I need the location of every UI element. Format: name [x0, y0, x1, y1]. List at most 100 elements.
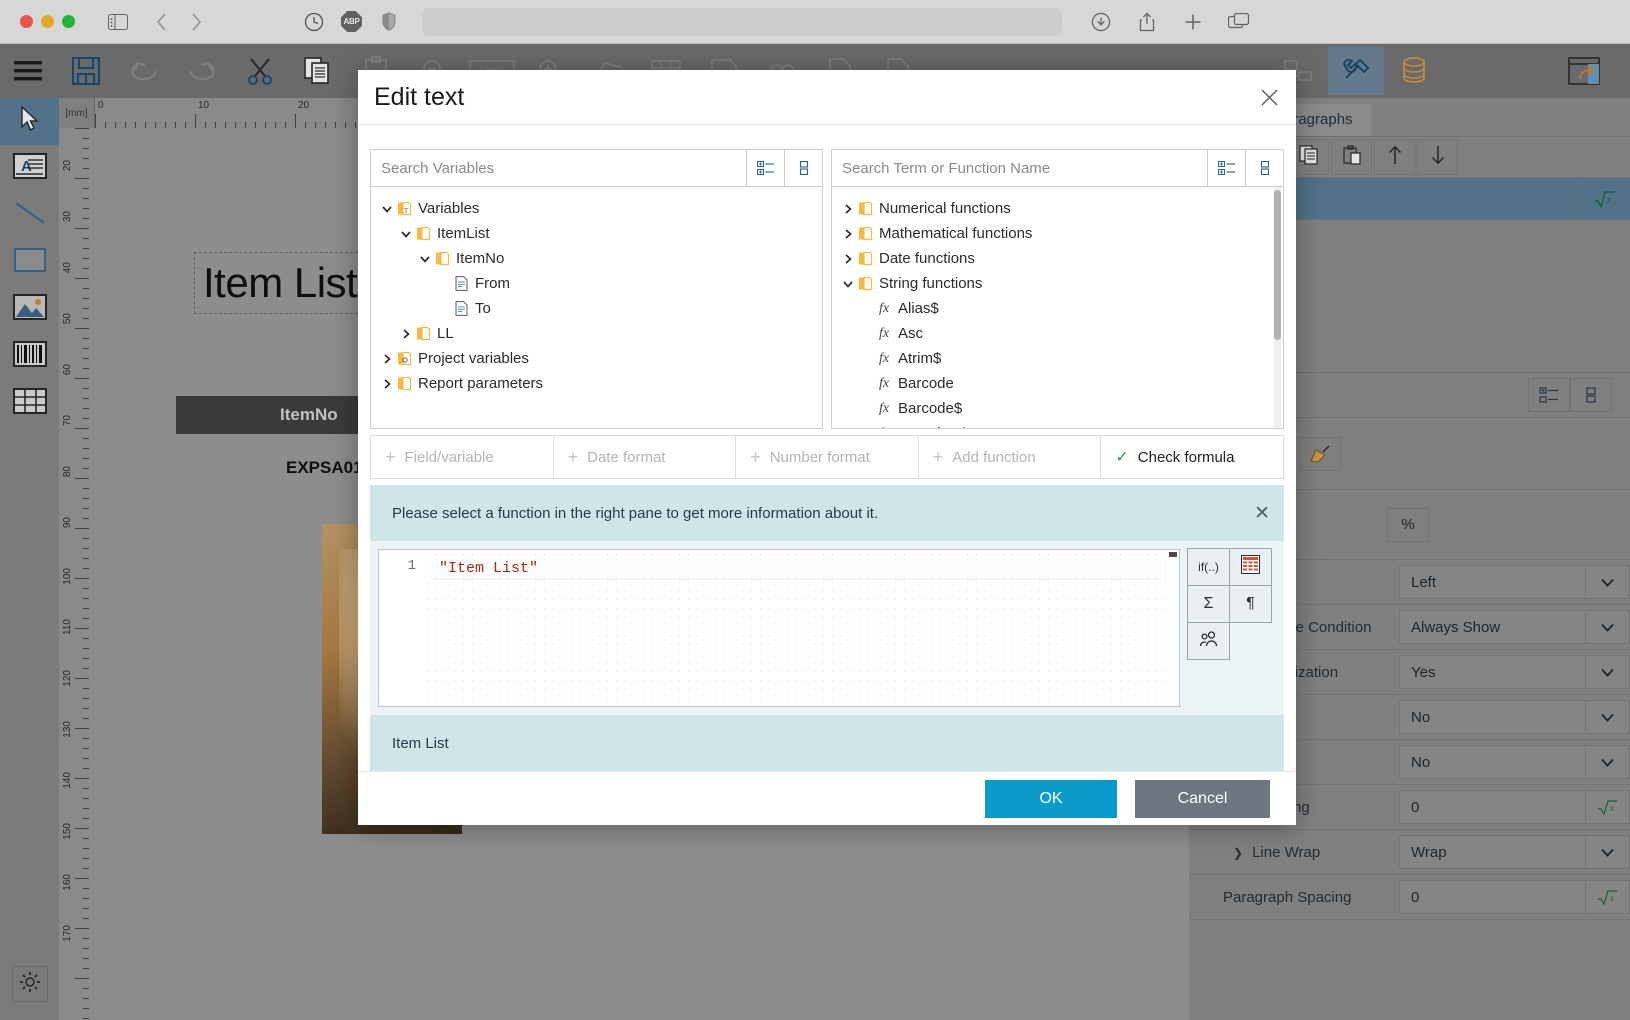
fx-icon: fx [875, 426, 893, 430]
tree-item-label: Alias$ [898, 300, 939, 317]
functions-compact-view-icon[interactable] [1246, 149, 1284, 187]
plus-icon: + [385, 447, 396, 468]
fx-icon: fx [875, 326, 893, 342]
paragraph-button[interactable]: ¶ [1229, 585, 1272, 623]
action-label: Add function [952, 449, 1035, 466]
formula-editor[interactable]: 1 "Item List" [378, 549, 1180, 707]
functions-pane: Numerical functions Mathematical function… [831, 149, 1284, 429]
folder-icon [856, 276, 874, 291]
tree-item-label: Atrim$ [898, 350, 941, 367]
tree-item-label: Barcode$ [898, 400, 962, 417]
action-date-format-button[interactable]: +Date format [553, 435, 736, 479]
dialog-header: Edit text [358, 70, 1296, 125]
sigma-icon: Σ [1204, 595, 1214, 613]
tree-item-label: Report parameters [418, 375, 543, 392]
tree-item[interactable]: fx Barcode$ [840, 396, 1283, 421]
tree-item[interactable]: Project variables [379, 346, 822, 371]
twisty-collapsed-icon[interactable] [840, 254, 856, 264]
twisty-collapsed-icon[interactable] [379, 379, 395, 389]
tree-item[interactable]: fxAsc [840, 321, 1283, 346]
info-message-text: Please select a function in the right pa… [392, 505, 878, 522]
tree-item-label: LL [437, 325, 454, 342]
tree-item[interactable]: Report parameters [379, 371, 822, 396]
tree-item[interactable]: LL [379, 321, 822, 346]
tree-item[interactable]: ItemList [379, 221, 822, 246]
variables-pane: T Variables ItemList ItemNo From To LL Project … [370, 149, 823, 429]
variables-list-view-icon[interactable] [747, 149, 785, 187]
tree-item[interactable]: T Variables [379, 196, 822, 221]
twisty-expanded-icon[interactable] [840, 279, 856, 289]
tree-item[interactable]: Date functions [840, 246, 1283, 271]
check-icon: ✓ [1115, 447, 1128, 467]
variables-tree[interactable]: T Variables ItemList ItemNo From To LL Project … [370, 187, 823, 429]
dialog-panes: T Variables ItemList ItemNo From To LL Project … [370, 149, 1284, 429]
twisty-expanded-icon[interactable] [417, 254, 433, 264]
twisty-collapsed-icon[interactable] [840, 229, 856, 239]
twisty-collapsed-icon[interactable] [398, 329, 414, 339]
tree-item-label: From [475, 275, 510, 292]
action-field-variable-button[interactable]: + Field/variable [370, 435, 553, 479]
tree-item-label: Variables [418, 200, 479, 217]
if-condition-button[interactable]: if(..) [1187, 548, 1230, 586]
twisty-collapsed-icon[interactable] [840, 204, 856, 214]
application-window: ABP [0, 0, 1630, 1020]
tree-item[interactable]: fxAlias$ [840, 296, 1283, 321]
editor-side-buttons: if(..) Σ ¶ [1188, 549, 1276, 707]
variables-search-box[interactable] [370, 149, 747, 187]
tree-item-label: Project variables [418, 350, 529, 367]
table-insert-button[interactable] [1229, 548, 1272, 586]
action-add-function-button[interactable]: +Add function [918, 435, 1101, 479]
close-icon[interactable]: ✕ [1254, 502, 1270, 525]
action-label: Number format [770, 449, 870, 466]
tree-item-label: ItemNo [456, 250, 504, 267]
editor-code-line[interactable]: "Item List" [431, 558, 1161, 580]
fx-icon: fx [875, 401, 893, 417]
if-icon: if(..) [1198, 560, 1219, 574]
field-icon [452, 301, 470, 316]
formula-editor-area: 1 "Item List" if(..) Σ [370, 541, 1284, 715]
svg-text:T: T [404, 207, 409, 215]
search-function-input[interactable] [842, 160, 1207, 177]
users-button[interactable] [1187, 622, 1230, 660]
tree-item[interactable]: To [379, 296, 822, 321]
close-icon[interactable] [1242, 70, 1296, 124]
variables-compact-view-icon[interactable] [785, 149, 823, 187]
folder-icon [395, 376, 413, 391]
tree-item[interactable]: String functions [840, 271, 1283, 296]
tree-item-label: Numerical functions [879, 200, 1011, 217]
folder-icon [414, 326, 432, 341]
tree-item[interactable]: From [379, 271, 822, 296]
editor-scrollbar[interactable] [1169, 552, 1177, 707]
action-label: Field/variable [405, 449, 494, 466]
tree-item[interactable]: fxAtrim$ [840, 346, 1283, 371]
fx-icon: fx [875, 376, 893, 392]
tree-item[interactable]: Numerical functions [840, 196, 1283, 221]
functions-search-box[interactable] [831, 149, 1208, 187]
action-number-format-button[interactable]: + Number format [735, 435, 918, 479]
tree-item[interactable]: Mathematical functions [840, 221, 1283, 246]
sum-button[interactable]: Σ [1187, 585, 1230, 623]
functions-list-view-icon[interactable] [1208, 149, 1246, 187]
twisty-expanded-icon[interactable] [379, 204, 395, 214]
plus-icon: + [750, 447, 761, 468]
cancel-button[interactable]: Cancel [1135, 780, 1270, 818]
info-message-bar: Please select a function in the right pa… [370, 485, 1284, 541]
folder-project-icon [395, 351, 413, 366]
ok-button[interactable]: OK [985, 780, 1117, 818]
tree-item[interactable]: ItemNo [379, 246, 822, 271]
action-label: Date format [587, 449, 665, 466]
tree-item-label: BasedStr$ [898, 425, 968, 429]
twisty-collapsed-icon[interactable] [379, 354, 395, 364]
action-label: Check formula [1138, 449, 1235, 466]
tree-item[interactable]: fxBarcode [840, 371, 1283, 396]
twisty-expanded-icon[interactable] [398, 229, 414, 239]
functions-tree[interactable]: Numerical functions Mathematical function… [831, 187, 1284, 429]
editor-line-numbers: 1 [379, 550, 425, 706]
people-icon [1199, 630, 1219, 653]
dialog-action-bar: + Field/variable +Date format + Number forma… [370, 435, 1284, 479]
tree-item[interactable]: fx BasedStr$ [840, 421, 1283, 429]
action-check-formula-button[interactable]: ✓ Check formula [1100, 435, 1284, 479]
search-variables-input[interactable] [381, 160, 746, 177]
edit-text-dialog: Edit text [358, 70, 1296, 825]
functions-scrollbar-thumb[interactable] [1274, 190, 1281, 340]
